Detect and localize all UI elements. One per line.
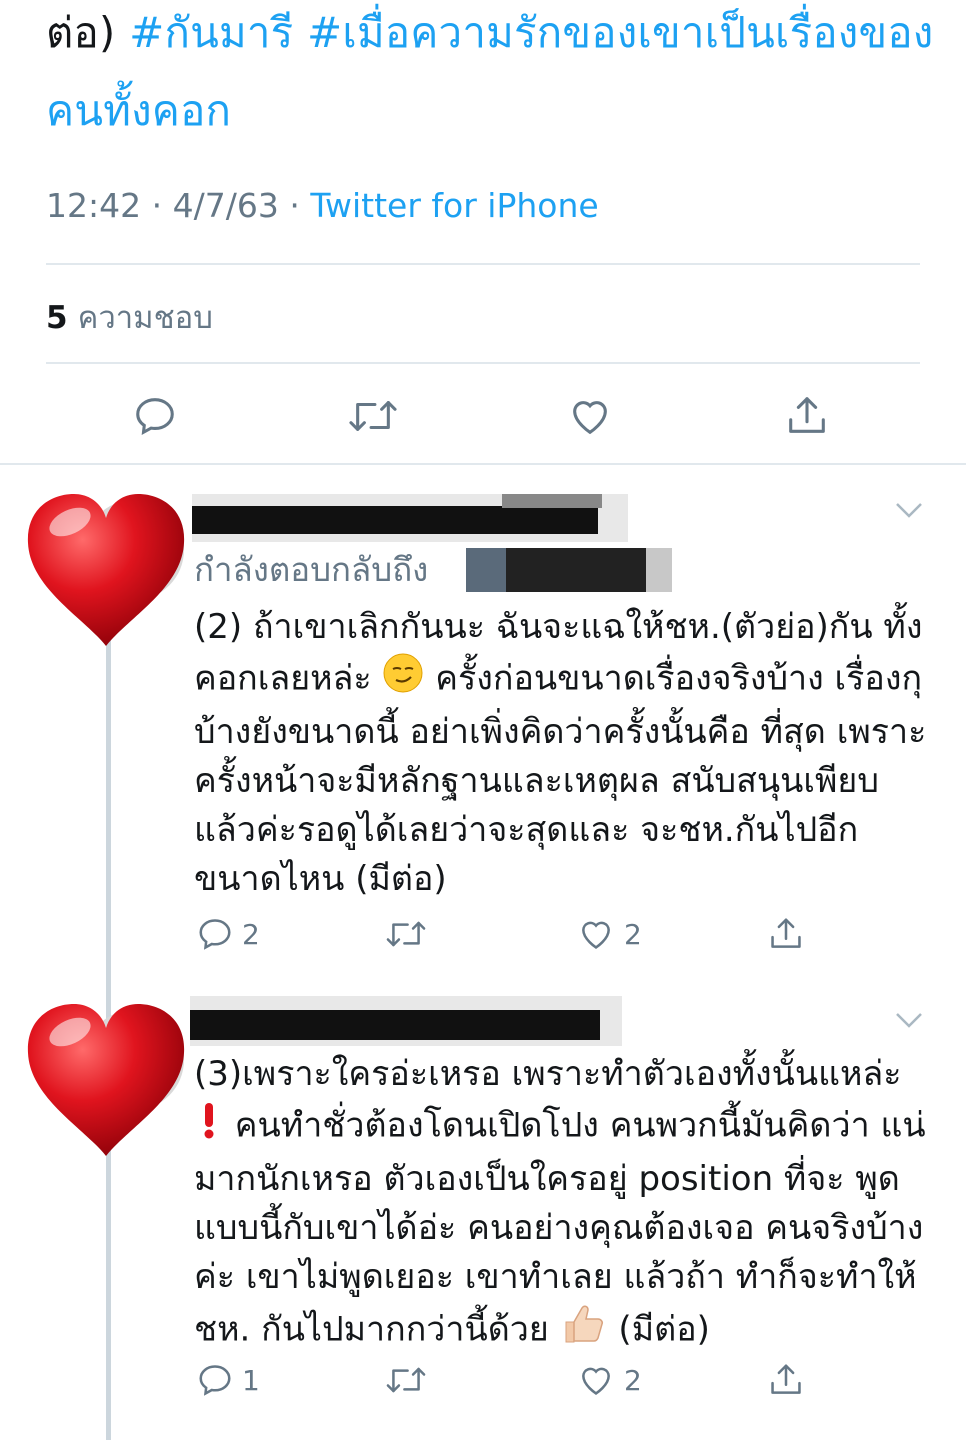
reply-actions: 1 2 — [0, 1350, 966, 1410]
share-button[interactable] — [784, 386, 830, 446]
avatar[interactable] — [24, 998, 188, 1162]
like-count: 2 — [624, 917, 642, 951]
reply-button[interactable] — [132, 386, 178, 446]
like-button[interactable]: 2 — [576, 904, 642, 964]
like-count: 2 — [624, 1363, 642, 1397]
retweet-icon — [384, 1361, 428, 1399]
exclamation-emoji — [194, 1099, 224, 1155]
heart-icon — [566, 393, 614, 439]
share-button[interactable] — [766, 1350, 806, 1410]
reply-text: (2) ถ้าเขาเลิกกันนะ ฉันจะแฉให้ชห.(ตัวย่อ… — [194, 603, 934, 904]
red-heart-avatar — [27, 494, 185, 646]
reply-text-part: (มีต่อ) — [607, 1309, 710, 1350]
reply-count: 2 — [242, 917, 260, 951]
replying-to-label: กำลังตอบกลับถึง — [194, 550, 429, 589]
red-heart-avatar — [27, 1004, 185, 1156]
share-icon — [766, 1361, 806, 1399]
like-button[interactable]: 2 — [576, 1350, 642, 1410]
reply-text: (3)เพราะใครอ่ะเหรอ เพราะทำตัวเองทั้งนั้น… — [194, 1050, 934, 1360]
divider — [46, 362, 920, 364]
chevron-down-icon[interactable] — [894, 500, 924, 520]
smirk-emoji — [382, 652, 424, 708]
tweet-source-link[interactable]: Twitter for iPhone — [310, 186, 598, 225]
tweet-text: ต่อ) #กันมารี #เมื่อความรักของเขาเป็นเรื… — [46, 0, 936, 150]
retweet-button[interactable] — [384, 1350, 428, 1410]
meta-sep: · — [289, 186, 300, 225]
reply-icon — [196, 915, 234, 953]
replying-to: กำลังตอบกลับถึง — [194, 543, 428, 596]
tweet-meta: 12:42 · 4/7/63 · Twitter for iPhone — [46, 186, 599, 225]
share-icon — [766, 915, 806, 953]
heart-icon — [576, 915, 616, 953]
retweet-icon — [384, 915, 428, 953]
heart-icon — [576, 1361, 616, 1399]
redacted-mention — [466, 548, 672, 592]
share-icon — [784, 393, 830, 439]
hashtag-link[interactable]: #กันมารี — [129, 8, 293, 57]
reply-button[interactable]: 1 — [196, 1350, 260, 1410]
likes-count: 5 — [46, 300, 68, 336]
reply-button[interactable]: 2 — [196, 904, 260, 964]
redacted-username — [192, 494, 628, 542]
reply-icon — [132, 393, 178, 439]
retweet-icon — [346, 393, 400, 439]
reply-text-part: (3)เพราะใครอ่ะเหรอ เพราะทำตัวเองทั้งนั้น… — [194, 1054, 902, 1094]
tweet-prefix: ต่อ) — [46, 8, 116, 57]
like-button[interactable] — [566, 386, 614, 446]
tweet-time: 12:42 — [46, 186, 142, 225]
reply-count: 1 — [242, 1363, 260, 1397]
reply-actions: 2 2 — [0, 904, 966, 964]
section-separator — [0, 463, 966, 465]
likes-stat[interactable]: 5 ความชอบ — [46, 292, 213, 342]
meta-sep: · — [151, 186, 163, 225]
retweet-button[interactable] — [346, 386, 400, 446]
chevron-down-icon[interactable] — [894, 1010, 924, 1030]
likes-label: ความชอบ — [77, 300, 213, 336]
avatar[interactable] — [24, 488, 188, 652]
share-button[interactable] — [766, 904, 806, 964]
reply-icon — [196, 1361, 234, 1399]
redacted-username — [190, 996, 622, 1046]
retweet-button[interactable] — [384, 904, 428, 964]
tweet-actions — [0, 386, 966, 446]
divider — [46, 263, 920, 265]
tweet-date: 4/7/63 — [172, 186, 279, 225]
